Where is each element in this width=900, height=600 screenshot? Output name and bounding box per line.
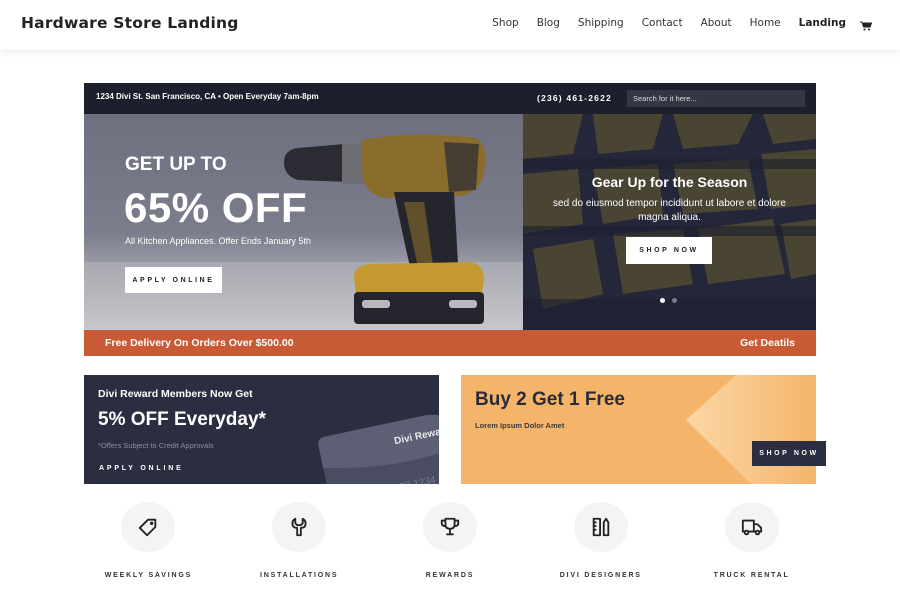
- menu-item-shipping[interactable]: Shipping: [578, 17, 624, 29]
- bogo-headline: Buy 2 Get 1 Free: [475, 389, 625, 410]
- feature-label: DIVI DESIGNERS: [559, 572, 642, 579]
- slider-pagination: [660, 298, 677, 303]
- rewards-promo: Divi Rewards 2345 0987 1234 Divi Reward …: [84, 375, 439, 484]
- top-navigation: Hardware Store Landing Shop Blog Shippin…: [0, 0, 900, 50]
- tag-icon: [139, 518, 157, 537]
- feature-label: WEEKLY SAVINGS: [104, 572, 193, 579]
- feature-rewards[interactable]: REWARDS: [375, 502, 526, 592]
- slide-text: sed do eiusmod tempor incididunt ut labo…: [553, 198, 786, 223]
- feature-truck-rental[interactable]: TRUCK RENTAL: [676, 502, 827, 592]
- rewards-line1: Divi Reward Members Now Get: [98, 388, 253, 400]
- hero-subtitle: All Kitchen Appliances. Offer Ends Janua…: [125, 236, 311, 246]
- hero-slide-season: Gear Up for the Season sed do eiusmod te…: [523, 114, 816, 330]
- rewards-apply-link[interactable]: APPLY ONLINE: [99, 465, 184, 472]
- menu-item-contact[interactable]: Contact: [642, 17, 683, 29]
- truck-icon: [741, 519, 762, 536]
- store-address: 1234 Divi St. San Francisco, CA • Open E…: [96, 92, 319, 101]
- features-row: WEEKLY SAVINGS INSTALLATIONS REWARDS DIV…: [73, 502, 827, 592]
- feature-label: INSTALLATIONS: [260, 572, 339, 579]
- drill-image: [284, 134, 486, 324]
- feature-label: REWARDS: [425, 572, 475, 579]
- delivery-banner: Free Delivery On Orders Over $500.00 Get…: [84, 330, 816, 356]
- hero-pretitle: GET UP TO: [125, 154, 227, 175]
- info-bar: 1234 Divi St. San Francisco, CA • Open E…: [84, 83, 816, 114]
- ruler-pencil-icon: [592, 517, 610, 537]
- feature-icon-circle: [724, 502, 779, 552]
- feature-label: TRUCK RENTAL: [713, 572, 790, 579]
- feature-icon-circle: [422, 502, 477, 552]
- menu-item-about[interactable]: About: [701, 17, 732, 29]
- store-phone[interactable]: (236) 461-2622: [537, 93, 612, 103]
- rewards-card-image: Divi Rewards 2345 0987 1234: [318, 415, 439, 484]
- main-menu: Shop Blog Shipping Contact About Home La…: [474, 17, 873, 31]
- bogo-subtitle: Lorem Ipsum Dolor Amet: [475, 421, 565, 430]
- feature-icon-circle: [121, 502, 176, 552]
- menu-item-blog[interactable]: Blog: [537, 17, 560, 29]
- site-logo-text[interactable]: Hardware Store Landing: [21, 14, 239, 32]
- hero-title: 65% OFF: [124, 184, 308, 231]
- apply-online-button[interactable]: APPLY ONLINE: [125, 267, 222, 293]
- cart-icon[interactable]: [860, 18, 873, 31]
- slider-dot-1[interactable]: [660, 298, 665, 303]
- menu-item-landing[interactable]: Landing: [799, 17, 846, 29]
- trophy-icon: [440, 517, 460, 536]
- feature-installations[interactable]: INSTALLATIONS: [224, 502, 375, 592]
- feature-weekly-savings[interactable]: WEEKLY SAVINGS: [73, 502, 224, 592]
- rewards-note: *Offers Subject to Credit Approvals: [98, 441, 214, 450]
- bogo-shop-now-button[interactable]: SHOP NOW: [752, 441, 826, 466]
- feature-divi-designers[interactable]: DIVI DESIGNERS: [525, 502, 676, 592]
- hero-section: 1234 Divi St. San Francisco, CA • Open E…: [84, 83, 816, 356]
- slide-title: Gear Up for the Season: [591, 174, 748, 190]
- menu-item-home[interactable]: Home: [750, 17, 781, 29]
- feature-icon-circle: [272, 502, 327, 552]
- get-details-link[interactable]: Get Deatils: [740, 337, 795, 349]
- hero-slide-drill: GET UP TO 65% OFF All Kitchen Appliances…: [84, 114, 523, 330]
- shop-now-button[interactable]: SHOP NOW: [626, 237, 712, 264]
- wrench-icon: [291, 517, 307, 537]
- feature-icon-circle: [573, 502, 628, 552]
- bogo-promo: Buy 2 Get 1 Free Lorem Ipsum Dolor Amet: [461, 375, 816, 484]
- delivery-text: Free Delivery On Orders Over $500.00: [105, 337, 294, 349]
- rewards-headline: 5% OFF Everyday*: [98, 409, 266, 430]
- slider-dot-2[interactable]: [672, 298, 677, 303]
- menu-item-shop[interactable]: Shop: [492, 17, 518, 29]
- search-input[interactable]: [627, 90, 805, 107]
